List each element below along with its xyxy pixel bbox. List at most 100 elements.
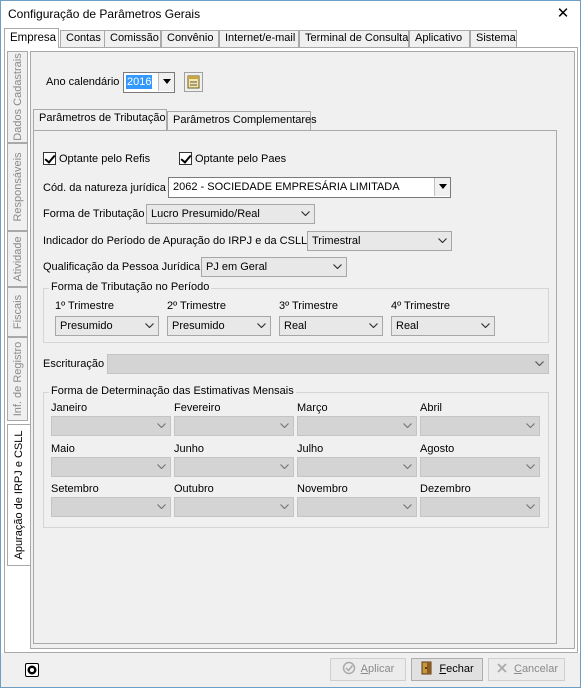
indicador-periodo-value: Trimestral [312, 235, 361, 247]
config-window: Configuração de Parâmetros Gerais ✕ Empr… [0, 0, 581, 688]
chevron-down-icon [526, 423, 535, 428]
chevron-down-icon [526, 464, 535, 469]
chevron-down-icon [157, 464, 166, 469]
chevron-down-icon [280, 423, 289, 428]
month-select-fevereiro[interactable] [174, 416, 294, 436]
apply-icon [342, 661, 355, 675]
month-label-outubro: Outubro [174, 483, 214, 495]
month-select-julho[interactable] [297, 457, 417, 477]
side-tab-inf-registro[interactable]: Inf. de Registro [7, 337, 28, 421]
escrituracao-label: Escrituração [43, 358, 105, 370]
forma-tributacao-label: Forma de Tributação [43, 208, 145, 220]
tab-convenio[interactable]: Convênio [161, 30, 219, 47]
side-tab-dados-cadastrais[interactable]: Dados Cadastrais [7, 51, 28, 143]
fechar-button[interactable]: Fechar [411, 658, 483, 681]
month-label-setembro: Setembro [51, 483, 99, 495]
month-label-maio: Maio [51, 443, 75, 455]
tab-parametros-tributacao[interactable]: Parâmetros de Tributação [33, 109, 167, 130]
side-tab-fiscais[interactable]: Fiscais [7, 287, 28, 337]
trimestre-3-select[interactable]: Real [279, 316, 383, 336]
chevron-down-icon [257, 323, 266, 328]
refis-label: Optante pelo Refis [59, 153, 151, 165]
qualificacao-select[interactable]: PJ em Geral [201, 257, 347, 277]
month-select-abril[interactable] [420, 416, 540, 436]
month-select-agosto[interactable] [420, 457, 540, 477]
month-label-fevereiro: Fevereiro [174, 402, 221, 414]
lifebuoy-icon [27, 665, 37, 675]
window-title: Configuração de Parâmetros Gerais [8, 7, 201, 21]
cancel-icon [497, 663, 507, 673]
tab-aplicativo[interactable]: Aplicativo [409, 30, 470, 47]
month-label-dezembro: Dezembro [420, 483, 471, 495]
month-select-setembro[interactable] [51, 497, 171, 517]
month-label-novembro: Novembro [297, 483, 348, 495]
month-select-marco[interactable] [297, 416, 417, 436]
indicador-periodo-select[interactable]: Trimestral [307, 231, 452, 251]
aplicar-button[interactable]: Aplicar [330, 658, 406, 681]
refis-checkbox[interactable] [43, 152, 56, 165]
month-label-abril: Abril [420, 402, 443, 414]
month-select-junho[interactable] [174, 457, 294, 477]
natureza-juridica-value: 2062 - SOCIEDADE EMPRESÁRIA LIMITADA [173, 181, 400, 193]
natureza-dropdown-button[interactable] [434, 178, 450, 196]
chevron-down-icon [438, 238, 447, 243]
month-label-junho: Junho [174, 443, 204, 455]
chevron-down-icon [163, 79, 171, 84]
door-exit-icon [421, 661, 432, 675]
chevron-down-icon [280, 464, 289, 469]
paes-checkbox[interactable] [179, 152, 192, 165]
ano-dropdown-button[interactable] [158, 73, 174, 91]
trimestre-1-label: 1º Trimestre [55, 300, 115, 312]
month-select-dezembro[interactable] [420, 497, 540, 517]
tab-comissao[interactable]: Comissão [104, 30, 161, 47]
trimestre-4-select[interactable]: Real [391, 316, 495, 336]
tab-empresa[interactable]: Empresa [4, 28, 59, 48]
trimestre-4-value: Real [396, 320, 419, 332]
paes-label: Optante pelo Paes [195, 153, 287, 165]
month-label-janeiro: Janeiro [51, 402, 88, 414]
trimestre-2-select[interactable]: Presumido [167, 316, 271, 336]
tab-parametros-complementares[interactable]: Parâmetros Complementares [167, 111, 317, 130]
trimestre-2-label: 2º Trimestre [167, 300, 227, 312]
forma-tributacao-periodo-title: Forma de Tributação no Período [49, 281, 212, 293]
chevron-down-icon [535, 361, 544, 366]
chevron-down-icon [526, 504, 535, 509]
chevron-down-icon [403, 504, 412, 509]
chevron-down-icon [403, 464, 412, 469]
tab-internet-email[interactable]: Internet/e-mail [219, 30, 299, 47]
month-label-agosto: Agosto [420, 443, 455, 455]
estimativas-mensais-title: Forma de Determinação das Estimativas Me… [49, 385, 296, 397]
tab-terminal-consulta[interactable]: Terminal de Consulta [299, 30, 409, 47]
qualificacao-value: PJ em Geral [206, 261, 268, 273]
indicador-periodo-label: Indicador do Período de Apuração do IRPJ… [43, 235, 308, 247]
ano-calendario-value: 2016 [126, 75, 153, 89]
side-tab-apuracao-irpj-csll[interactable]: Apuração de IRPJ e CSLL [7, 424, 30, 566]
trimestre-4-label: 4º Trimestre [391, 300, 451, 312]
forma-tributacao-select[interactable]: Lucro Presumido/Real [146, 204, 315, 224]
month-select-novembro[interactable] [297, 497, 417, 517]
trimestre-3-value: Real [284, 320, 307, 332]
calendar-icon [187, 75, 200, 89]
chevron-down-icon [333, 264, 342, 269]
side-tab-atividade[interactable]: Atividade [7, 231, 28, 287]
ano-calendario-select[interactable]: 2016 [123, 72, 175, 93]
tab-sistema[interactable]: Sistema [470, 30, 517, 47]
trimestre-1-select[interactable]: Presumido [55, 316, 159, 336]
side-tab-responsaveis[interactable]: Responsáveis [7, 143, 28, 231]
cancelar-button[interactable]: Cancelar [488, 658, 565, 681]
close-button[interactable]: ✕ [552, 4, 574, 24]
chevron-down-icon [403, 423, 412, 428]
chevron-down-icon [280, 504, 289, 509]
chevron-down-icon [157, 423, 166, 428]
month-select-outubro[interactable] [174, 497, 294, 517]
chevron-down-icon [369, 323, 378, 328]
trimestre-3-label: 3º Trimestre [279, 300, 339, 312]
help-button[interactable] [25, 663, 39, 677]
natureza-juridica-select[interactable]: 2062 - SOCIEDADE EMPRESÁRIA LIMITADA [168, 177, 451, 198]
escrituracao-select[interactable] [107, 354, 549, 374]
tab-contas[interactable]: Contas [60, 30, 105, 47]
chevron-down-icon [157, 504, 166, 509]
month-select-janeiro[interactable] [51, 416, 171, 436]
month-select-maio[interactable] [51, 457, 171, 477]
calendar-button[interactable] [184, 72, 203, 92]
